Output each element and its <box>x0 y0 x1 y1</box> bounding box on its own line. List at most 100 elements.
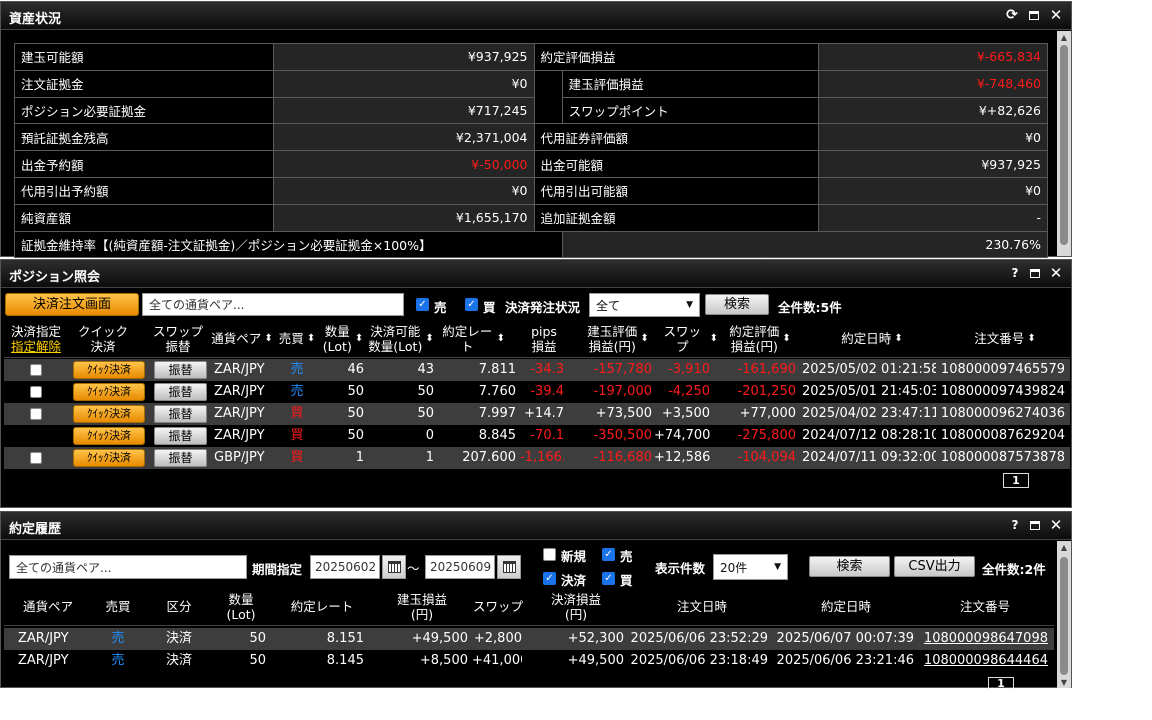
history-scrollbar[interactable]: ▲ ▼ <box>1057 541 1071 688</box>
swap-transfer-button[interactable]: 振替 <box>154 361 207 379</box>
new-checkbox-label: 新規 <box>561 549 587 564</box>
col-rate[interactable]: 約定レート ⬍ <box>441 320 505 357</box>
cell-swap: -4,250 <box>668 384 710 399</box>
cell-exec-datetime: 2025/06/06 23:21:46 <box>776 653 914 668</box>
restore-window-icon[interactable] <box>1027 517 1043 533</box>
col-side[interactable]: 売買 ⬍ <box>274 320 320 357</box>
col-quantity[interactable]: 数量 (Lot) ⬍ <box>318 320 368 357</box>
asset-row: 注文証拠金 ¥0 建玉評価損益 ¥-748,460 <box>13 69 1049 125</box>
cell-swap: +3,500 <box>661 406 710 421</box>
sell-checkbox[interactable]: ✓ <box>416 298 429 311</box>
asset-label: 追加証拠金額 <box>533 203 819 232</box>
asset-value: ¥937,925 <box>817 150 1049 178</box>
cell-order-datetime: 2025/06/06 23:18:49 <box>630 653 768 668</box>
col-unrealized-pl[interactable]: 建玉評価 損益(円) ⬍ <box>576 320 660 357</box>
column-header-label: 約定評価 損益(円) <box>729 323 780 354</box>
quick-settle-button[interactable]: ｸｲｯｸ決済 <box>73 383 145 401</box>
position-row[interactable]: ｸｲｯｸ決済 振替 GBP/JPY 買 1 1 207.600 -1,166. -116,680… <box>4 447 1070 469</box>
settle-checkbox[interactable]: ✓ <box>543 572 556 585</box>
col-settle-designate: 決済指定 指定解除 <box>10 323 61 354</box>
cell-quantity: 1 <box>355 450 364 465</box>
cell-settleable-qty: 50 <box>417 406 434 421</box>
settle-order-screen-button[interactable]: 決済注文画面 <box>5 293 139 316</box>
history-row[interactable]: ZAR/JPY 売 決済 50 8.145 +8,500 +41,000 +49,500 202… <box>4 650 1054 672</box>
cell-swap: +74,700 <box>654 428 710 443</box>
sell-checkbox[interactable]: ✓ <box>602 548 615 561</box>
close-icon[interactable]: ✕ <box>1048 6 1064 24</box>
sort-icon: ⬍ <box>1027 333 1036 344</box>
asset-label: 純資産額 <box>13 203 275 232</box>
col-order-number[interactable]: 注文番号 ⬍ <box>942 320 1068 357</box>
position-row[interactable]: ｸｲｯｸ決済 振替 ZAR/JPY 売 46 43 7.811 -34.3 -157,780 -3… <box>4 359 1070 381</box>
search-button[interactable]: 検索 <box>809 556 890 577</box>
cell-quantity: 50 <box>347 406 364 421</box>
quick-settle-button[interactable]: ｸｲｯｸ決済 <box>73 361 145 379</box>
cell-currency-pair: ZAR/JPY <box>214 428 265 443</box>
help-icon[interactable]: ? <box>1007 265 1023 281</box>
help-icon[interactable]: ? <box>1007 517 1023 533</box>
close-icon[interactable]: ✕ <box>1048 264 1064 282</box>
col-order-datetime: 注文日時 <box>634 588 770 625</box>
asset-row: ポジション必要証拠金 ¥717,245 スワップポイント ¥+82,626 <box>13 96 1049 125</box>
new-checkbox[interactable] <box>543 548 556 561</box>
search-button[interactable]: 検索 <box>705 294 769 315</box>
settle-designate-checkbox[interactable] <box>30 408 42 420</box>
cell-order-number[interactable]: 108000098644464 <box>922 650 1048 672</box>
buy-checkbox[interactable]: ✓ <box>465 298 478 311</box>
cell-side: 買 <box>290 406 304 421</box>
col-quick-settle[interactable]: クイック 決済 <box>68 320 138 357</box>
swap-transfer-button[interactable]: 振替 <box>154 383 207 401</box>
col-rate: 約定レート <box>284 588 360 625</box>
cell-order-number[interactable]: 108000098647098 <box>922 628 1048 650</box>
currency-pair-filter-input[interactable]: 全ての通貨ペア... <box>9 555 247 579</box>
position-row[interactable]: ｸｲｯｸ決済 振替 ZAR/JPY 買 50 0 8.845 -70.1 -350,500 +74… <box>4 425 1070 447</box>
settle-designate-checkbox[interactable] <box>30 386 42 398</box>
col-pips[interactable]: pips 損益 <box>524 320 564 357</box>
quick-settle-button[interactable]: ｸｲｯｸ決済 <box>73 405 145 423</box>
refresh-icon[interactable]: ⟳ <box>1004 7 1020 23</box>
date-to-input[interactable]: 20250609 <box>425 555 495 579</box>
calendar-from-icon[interactable] <box>382 555 406 579</box>
csv-export-button[interactable]: CSV出力 <box>894 556 975 577</box>
position-row[interactable]: ｸｲｯｸ決済 振替 ZAR/JPY 売 50 50 7.760 -39.4 -197,000 -4… <box>4 381 1070 403</box>
calendar-to-icon[interactable] <box>497 555 521 579</box>
quick-settle-button[interactable]: ｸｲｯｸ決済 <box>73 449 145 467</box>
swap-transfer-button[interactable]: 振替 <box>154 405 207 423</box>
restore-window-icon[interactable] <box>1026 7 1042 23</box>
asset-scrollbar[interactable]: ▲ <box>1057 31 1071 256</box>
column-header-label: クイック 決済 <box>77 323 128 354</box>
col-swap-transfer[interactable]: スワップ 振替 <box>141 320 215 357</box>
display-count-select[interactable]: 20件 ▼ <box>713 554 788 580</box>
settle-designate-checkbox[interactable] <box>30 452 42 464</box>
column-header-label: 決済可能 数量(Lot) <box>368 323 423 354</box>
pagination-page-1[interactable]: 1 <box>988 677 1014 689</box>
swap-transfer-button[interactable]: 振替 <box>154 427 207 445</box>
restore-window-icon[interactable] <box>1027 265 1043 281</box>
position-inquiry-panel: ポジション照会 ? ✕ 決済注文画面 全ての通貨ペア... ✓ 売 ✓ 買 決済… <box>0 259 1072 508</box>
designate-cancel-link[interactable]: 指定解除 <box>11 339 61 354</box>
currency-pair-filter-input[interactable]: 全ての通貨ペア... <box>142 293 404 316</box>
swap-transfer-button[interactable]: 振替 <box>154 449 207 467</box>
cell-currency-pair: GBP/JPY <box>214 450 265 465</box>
col-swap[interactable]: スワップ ⬍ <box>658 320 718 357</box>
asset-label: 注文証拠金 <box>13 69 275 98</box>
col-exec-datetime[interactable]: 約定日時 ⬍ <box>804 320 940 357</box>
settle-designate-checkbox[interactable] <box>30 364 42 376</box>
pagination-page-1[interactable]: 1 <box>1003 473 1029 488</box>
buy-checkbox-label: 買 <box>620 573 633 588</box>
close-icon[interactable]: ✕ <box>1048 516 1064 534</box>
settle-order-status-select[interactable]: 全て ▼ <box>589 293 700 317</box>
quick-settle-button[interactable]: ｸｲｯｸ決済 <box>73 427 145 445</box>
col-currency-pair[interactable]: 通貨ペア ⬍ <box>211 320 273 357</box>
asset-value: ¥1,655,170 <box>273 203 535 232</box>
history-row[interactable]: ZAR/JPY 売 決済 50 8.151 +49,500 +2,800 +52,300 202… <box>4 628 1054 650</box>
column-header-label: 売買 <box>105 599 131 614</box>
buy-checkbox[interactable]: ✓ <box>602 572 615 585</box>
cell-exec-datetime: 2024/07/12 08:28:10 <box>802 428 936 443</box>
position-row[interactable]: ｸｲｯｸ決済 振替 ZAR/JPY 買 50 50 7.997 +14.7 +73,500 +3,… <box>4 403 1070 425</box>
date-from-input[interactable]: 20250602 <box>310 555 380 579</box>
col-settleable-qty[interactable]: 決済可能 数量(Lot) ⬍ <box>366 320 436 357</box>
cell-settleable-qty: 1 <box>425 450 434 465</box>
col-eval-pl[interactable]: 約定評価 損益(円) ⬍ <box>718 320 802 357</box>
panel-title: 約定履歴 <box>9 522 62 537</box>
